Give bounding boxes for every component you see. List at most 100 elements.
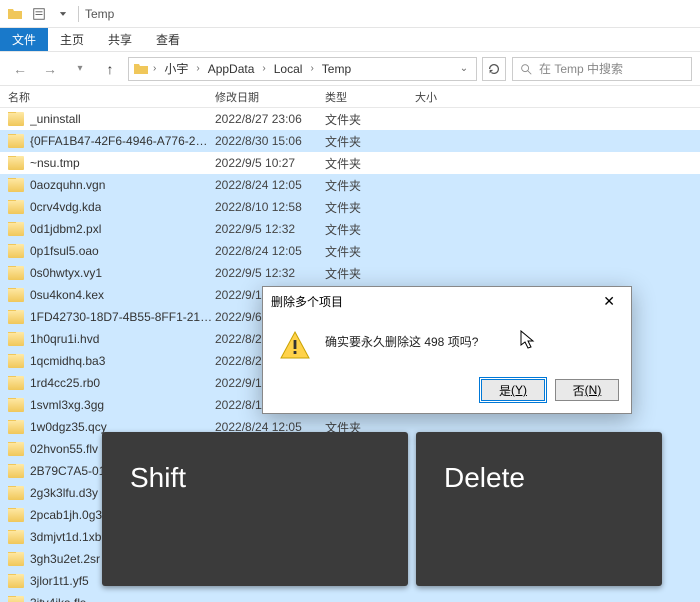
folder-icon xyxy=(8,156,24,170)
file-name: ~nsu.tmp xyxy=(30,156,80,170)
folder-icon xyxy=(8,134,24,148)
chevron-right-icon[interactable]: › xyxy=(151,63,158,74)
folder-icon xyxy=(8,530,24,544)
cell-date: 2022/8/30 15:06 xyxy=(215,134,325,148)
cell-type: 文件夹 xyxy=(325,221,415,238)
column-size[interactable]: 大小 xyxy=(415,89,475,105)
folder-icon xyxy=(8,420,24,434)
folder-icon xyxy=(8,178,24,192)
folder-icon xyxy=(8,244,24,258)
dialog-title: 删除多个项目 xyxy=(271,293,343,310)
file-name: 0p1fsul5.oao xyxy=(30,244,99,258)
cell-name: 1FD42730-18D7-4B55-8FF1-21CB1C9... xyxy=(0,310,215,324)
cell-name: 1svml3xg.3gg xyxy=(0,398,215,412)
column-headers: 名称 修改日期 类型 大小 xyxy=(0,86,700,108)
table-row[interactable]: 0p1fsul5.oao 2022/8/24 12:05文件夹 xyxy=(0,240,700,262)
cell-date: 2022/8/27 23:06 xyxy=(215,112,325,126)
chevron-right-icon[interactable]: › xyxy=(260,63,267,74)
cell-type: 文件夹 xyxy=(325,111,415,128)
file-name: 0su4kon4.kex xyxy=(30,288,104,302)
table-row[interactable]: 3jtv4ika.fls xyxy=(0,592,700,602)
table-row[interactable]: 0aozquhn.vgn2022/8/24 12:05文件夹 xyxy=(0,174,700,196)
dialog-buttons: 是(Y) 否(N) xyxy=(263,371,631,413)
search-input[interactable]: 在 Temp 中搜索 xyxy=(512,57,692,81)
folder-icon xyxy=(8,200,24,214)
cell-type: 文件夹 xyxy=(325,133,415,150)
table-row[interactable]: {0FFA1B47-42F6-4946-A776-2CA55EC...2022/… xyxy=(0,130,700,152)
table-row[interactable]: 0s0hwtyx.vy12022/9/5 12:32文件夹 xyxy=(0,262,700,284)
cell-name: 1h0qru1i.hvd xyxy=(0,332,215,346)
file-name: 0aozquhn.vgn xyxy=(30,178,105,192)
cell-date: 2022/8/24 12:05 xyxy=(215,244,325,258)
file-name: 2g3k3lfu.d3y xyxy=(30,486,98,500)
cell-name: _uninstall xyxy=(0,112,215,126)
cell-name: 0crv4vdg.kda xyxy=(0,200,215,214)
table-row[interactable]: 0d1jdbm2.pxl2022/9/5 12:32文件夹 xyxy=(0,218,700,240)
column-name[interactable]: 名称 xyxy=(0,89,215,105)
separator xyxy=(78,6,79,22)
nav-forward: → xyxy=(38,57,62,81)
tab-home[interactable]: 主页 xyxy=(48,28,96,51)
ribbon: 文件 主页 共享 查看 xyxy=(0,28,700,52)
folder-icon xyxy=(8,464,24,478)
table-row[interactable]: 0crv4vdg.kda2022/8/10 12:58文件夹 xyxy=(0,196,700,218)
window-titlebar: Temp xyxy=(0,0,700,28)
tab-file[interactable]: 文件 xyxy=(0,28,48,51)
warning-icon xyxy=(279,329,311,361)
folder-icon xyxy=(8,596,24,602)
tab-share[interactable]: 共享 xyxy=(96,28,144,51)
close-button[interactable]: ✕ xyxy=(595,291,623,312)
address-box[interactable]: › 小宇 › AppData › Local › Temp ⌄ xyxy=(128,57,477,81)
file-name: 3jtv4ika.fls xyxy=(30,596,86,602)
cell-type: 文件夹 xyxy=(325,243,415,260)
qat xyxy=(0,5,72,23)
crumb-segment[interactable]: Local xyxy=(270,62,307,76)
cell-date: 2022/8/10 12:58 xyxy=(215,200,325,214)
cell-type: 文件夹 xyxy=(325,155,415,172)
file-name: 1svml3xg.3gg xyxy=(30,398,104,412)
nav-up[interactable]: ↑ xyxy=(98,57,122,81)
folder-icon xyxy=(8,332,24,346)
crumb-segment[interactable]: 小宇 xyxy=(160,60,192,77)
column-type[interactable]: 类型 xyxy=(325,89,415,105)
nav-back[interactable]: ← xyxy=(8,57,32,81)
dialog-titlebar[interactable]: 删除多个项目 ✕ xyxy=(263,287,631,315)
properties-icon[interactable] xyxy=(30,5,48,23)
address-dropdown[interactable]: ⌄ xyxy=(456,63,472,74)
dialog-body: 确实要永久删除这 498 项吗? xyxy=(263,315,631,371)
tab-view[interactable]: 查看 xyxy=(144,28,192,51)
chevron-right-icon[interactable]: › xyxy=(194,63,201,74)
no-key: (N) xyxy=(585,383,602,397)
search-icon xyxy=(519,62,533,76)
yes-button[interactable]: 是(Y) xyxy=(481,379,545,401)
column-date[interactable]: 修改日期 xyxy=(215,89,325,105)
no-button[interactable]: 否(N) xyxy=(555,379,619,401)
file-name: 1h0qru1i.hvd xyxy=(30,332,99,346)
dropdown-icon[interactable] xyxy=(54,5,72,23)
cell-date: 2022/9/5 10:27 xyxy=(215,156,325,170)
cursor-icon xyxy=(520,330,536,350)
cell-name: {0FFA1B47-42F6-4946-A776-2CA55EC... xyxy=(0,134,215,148)
folder-icon xyxy=(8,376,24,390)
cell-date: 2022/9/5 12:32 xyxy=(215,222,325,236)
file-name: 1FD42730-18D7-4B55-8FF1-21CB1C9... xyxy=(30,310,215,324)
file-name: 2pcab1jh.0g3 xyxy=(30,508,102,522)
cell-type: 文件夹 xyxy=(325,265,415,282)
crumb-segment[interactable]: AppData xyxy=(204,62,259,76)
folder-icon xyxy=(8,288,24,302)
folder-icon xyxy=(6,5,24,23)
cell-type: 文件夹 xyxy=(325,199,415,216)
nav-recent[interactable]: ▾ xyxy=(68,57,92,81)
chevron-right-icon[interactable]: › xyxy=(308,63,315,74)
crumb-segment[interactable]: Temp xyxy=(318,62,355,76)
table-row[interactable]: ~nsu.tmp 2022/9/5 10:27文件夹 xyxy=(0,152,700,174)
cell-name: 1qcmidhq.ba3 xyxy=(0,354,215,368)
folder-icon xyxy=(8,266,24,280)
folder-icon xyxy=(8,398,24,412)
folder-icon xyxy=(8,112,24,126)
file-name: 3gh3u2et.2sr xyxy=(30,552,100,566)
yes-label: 是 xyxy=(499,382,511,399)
refresh-button[interactable] xyxy=(482,57,506,81)
table-row[interactable]: _uninstall2022/8/27 23:06文件夹 xyxy=(0,108,700,130)
refresh-icon xyxy=(487,62,501,76)
